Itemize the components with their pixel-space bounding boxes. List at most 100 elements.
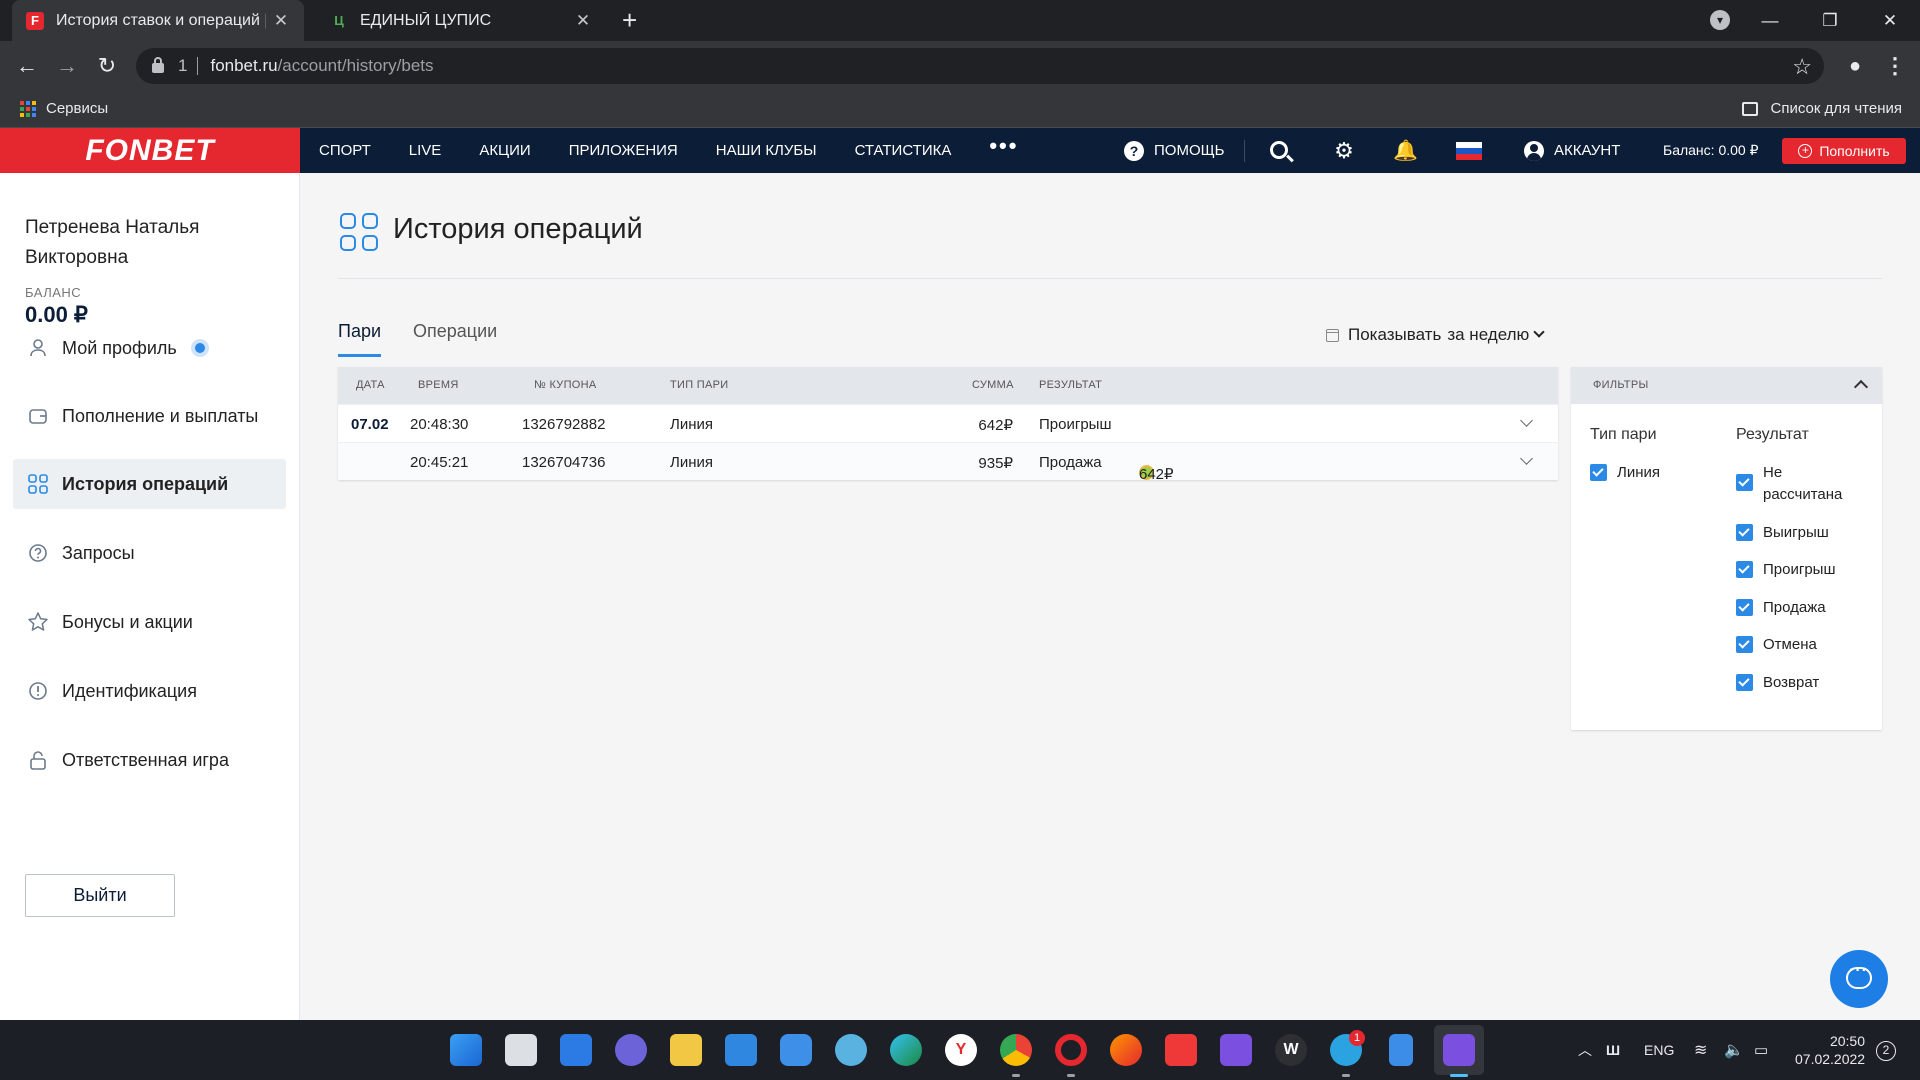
edge-browser-icon[interactable] xyxy=(890,1034,922,1066)
settings-gear-icon[interactable]: ⚙ xyxy=(1332,139,1356,163)
bookmark-star-icon[interactable]: ☆ xyxy=(1792,54,1812,80)
table-row[interactable]: 20:45:21 1326704736 Линия 935₽ Продажа 6… xyxy=(338,442,1558,483)
teams-chat-icon[interactable] xyxy=(615,1034,647,1066)
mail-icon[interactable] xyxy=(725,1034,757,1066)
notification-bell-icon[interactable]: 🔔 xyxy=(1393,139,1418,163)
restore-icon[interactable]: ❐ xyxy=(1800,11,1860,31)
input-language[interactable]: ENG xyxy=(1644,1020,1674,1080)
checkbox-checked-icon[interactable] xyxy=(1736,474,1753,491)
reading-list[interactable]: Список для чтения xyxy=(1742,100,1902,117)
account-sidebar: Петренева Наталья Викторовна БАЛАНС 0.00… xyxy=(0,173,300,1020)
period-selector[interactable]: Показывать за неделю xyxy=(1326,325,1545,345)
widgets-icon[interactable] xyxy=(560,1034,592,1066)
russian-flag-icon[interactable] xyxy=(1456,142,1482,160)
forward-icon[interactable]: → xyxy=(52,51,82,81)
notepad-icon[interactable] xyxy=(1389,1034,1413,1066)
back-icon[interactable]: ← xyxy=(12,51,42,81)
expand-chevron-icon[interactable] xyxy=(1520,414,1533,427)
nav-sport[interactable]: СПОРТ xyxy=(319,142,390,159)
address-bar[interactable]: 1 fonbet.ru/account/history/bets ☆ xyxy=(136,48,1824,84)
chrome-icon[interactable] xyxy=(1000,1034,1032,1066)
fonbet-logo[interactable]: FONBET xyxy=(0,128,300,173)
wifi-icon[interactable]: ≋ xyxy=(1694,1020,1707,1080)
window-controls: — ❐ ✕ xyxy=(1740,0,1920,41)
grid-icon xyxy=(27,473,49,495)
profile-icon[interactable]: ● xyxy=(1840,51,1870,81)
tab-bets[interactable]: Пари xyxy=(338,321,382,357)
topup-button[interactable]: + Пополнить xyxy=(1782,138,1906,164)
browser-menu-icon[interactable]: ⋮ xyxy=(1880,51,1910,81)
battery-icon[interactable]: ▭ xyxy=(1754,1020,1768,1080)
filter-checkbox-loss[interactable]: Проигрыш xyxy=(1736,559,1835,581)
nav-live[interactable]: LIVE xyxy=(409,142,461,159)
expand-chevron-icon[interactable] xyxy=(1520,452,1533,465)
search-icon[interactable] xyxy=(1270,141,1288,159)
nav-clubs[interactable]: НАШИ КЛУБЫ xyxy=(716,142,836,159)
tray-overflow-icon[interactable]: ︿ xyxy=(1578,1020,1592,1080)
nav-apps[interactable]: ПРИЛОЖЕНИЯ xyxy=(569,142,697,159)
filter-checkbox-unsettled[interactable]: Не рассчитана xyxy=(1736,462,1863,506)
bookmark-apps[interactable]: Сервисы xyxy=(20,100,108,117)
nav-stats[interactable]: СТАТИСТИКА xyxy=(855,142,971,159)
paint-icon[interactable] xyxy=(835,1034,867,1066)
table-row[interactable]: 07.02 20:48:30 1326792882 Линия 642₽ Про… xyxy=(338,404,1558,442)
tray-app-icon[interactable]: Ш xyxy=(1606,1020,1620,1080)
vivaldi-icon[interactable] xyxy=(1165,1034,1197,1066)
help-link[interactable]: ? ПОМОЩЬ xyxy=(1124,128,1225,173)
sidebar-item-responsible-gaming[interactable]: Ответственная игра xyxy=(13,735,286,785)
new-tab-icon[interactable]: + xyxy=(622,6,637,34)
messenger-icon[interactable] xyxy=(780,1034,812,1066)
notification-count[interactable]: 2 xyxy=(1876,1041,1896,1061)
close-window-icon[interactable]: ✕ xyxy=(1860,11,1920,31)
more-menu-icon[interactable]: ••• xyxy=(989,133,1037,159)
checkbox-checked-icon[interactable] xyxy=(1736,599,1753,616)
app-d-active-icon[interactable] xyxy=(1443,1034,1475,1066)
reload-icon[interactable]: ↻ xyxy=(92,51,122,81)
app-d-icon[interactable] xyxy=(1220,1034,1252,1066)
checkbox-checked-icon[interactable] xyxy=(1590,464,1607,481)
close-tab-icon[interactable]: ✕ xyxy=(272,11,290,31)
support-chat-button[interactable] xyxy=(1830,950,1888,1008)
yandex-browser-icon[interactable]: Y xyxy=(945,1034,977,1066)
url-host: fonbet.ru xyxy=(210,56,278,75)
sidebar-item-identification[interactable]: Идентификация xyxy=(13,666,286,716)
period-label: Показывать xyxy=(1348,325,1442,344)
sidebar-item-payments[interactable]: Пополнение и выплаты xyxy=(13,391,286,441)
chevron-up-icon[interactable] xyxy=(1853,379,1869,395)
browser-tab-active[interactable]: F История ставок и операций | Фо ✕ xyxy=(12,0,304,41)
system-clock[interactable]: 20:50 07.02.2022 xyxy=(1795,1032,1865,1068)
filter-checkbox-win[interactable]: Выигрыш xyxy=(1736,522,1829,544)
tab-operations[interactable]: Операции xyxy=(413,321,497,342)
tab-count: 1 xyxy=(178,56,188,75)
volume-icon[interactable]: 🔈 xyxy=(1724,1020,1744,1080)
filter-checkbox-refund[interactable]: Возврат xyxy=(1736,672,1819,694)
filter-checkbox-cancel[interactable]: Отмена xyxy=(1736,634,1817,656)
sidebar-item-requests[interactable]: Запросы xyxy=(13,528,286,578)
nav-promos[interactable]: АКЦИИ xyxy=(479,142,549,159)
account-link[interactable]: АККАУНТ xyxy=(1524,128,1620,173)
help-icon: ? xyxy=(1124,140,1144,161)
filter-checkbox-sale[interactable]: Продажа xyxy=(1736,597,1826,619)
sidebar-item-history[interactable]: История операций xyxy=(13,459,286,509)
close-tab-icon[interactable]: ✕ xyxy=(574,11,592,31)
browser-tab[interactable]: Ц ЕДИНЫЙ ЦУПИС ✕ xyxy=(316,0,606,41)
checkbox-checked-icon[interactable] xyxy=(1736,674,1753,691)
row-date: 07.02 xyxy=(351,416,389,433)
filter-checkbox-line[interactable]: Линия xyxy=(1590,462,1660,484)
app-w-icon[interactable]: W xyxy=(1275,1034,1307,1066)
opera-icon[interactable] xyxy=(1055,1034,1087,1066)
tab-search-icon[interactable]: ▾ xyxy=(1710,10,1730,30)
sidebar-item-bonuses[interactable]: Бонусы и акции xyxy=(13,597,286,647)
file-explorer-icon[interactable] xyxy=(670,1034,702,1066)
logout-button[interactable]: Выйти xyxy=(25,874,175,917)
task-view-icon[interactable] xyxy=(505,1034,537,1066)
checkbox-checked-icon[interactable] xyxy=(1736,636,1753,653)
running-indicator-active xyxy=(1450,1074,1468,1077)
checkbox-checked-icon[interactable] xyxy=(1736,561,1753,578)
sidebar-item-profile[interactable]: Мой профиль xyxy=(13,323,286,373)
filters-header[interactable]: ФИЛЬТРЫ xyxy=(1571,367,1882,404)
firefox-icon[interactable] xyxy=(1110,1034,1142,1066)
windows-start-icon[interactable] xyxy=(450,1034,482,1066)
checkbox-checked-icon[interactable] xyxy=(1736,524,1753,541)
minimize-icon[interactable]: — xyxy=(1740,11,1800,31)
